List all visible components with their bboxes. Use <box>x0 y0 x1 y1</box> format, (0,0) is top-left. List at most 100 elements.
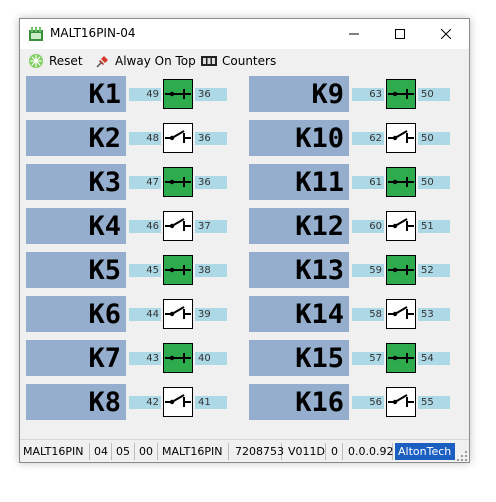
menu-counters[interactable]: Counters <box>201 52 276 70</box>
menu-reset[interactable]: Reset <box>28 52 83 70</box>
relay-pin-left: 60 <box>352 220 384 233</box>
status-field-8: 0 <box>328 443 343 460</box>
menu-always-on-top-label: Alway On Top <box>115 54 196 68</box>
relay-switch-k13[interactable] <box>386 255 416 285</box>
maximize-icon <box>395 29 405 39</box>
relay-label-k7: K7 <box>26 340 126 376</box>
relay-switch-k2[interactable] <box>163 123 193 153</box>
switch-open-icon <box>388 218 414 231</box>
status-field-4: 00 <box>136 443 158 460</box>
switch-open-icon <box>388 130 414 143</box>
switch-closed-icon <box>388 353 414 363</box>
relay-switch-k3[interactable] <box>163 167 193 197</box>
switch-closed-icon <box>388 265 414 275</box>
title-bar[interactable]: MALT16PIN-04 <box>20 19 469 49</box>
switch-open-icon <box>165 394 191 407</box>
relay-switch-k4[interactable] <box>163 211 193 241</box>
relay-pin-left: 48 <box>129 132 161 145</box>
relay-switch-k8[interactable] <box>163 387 193 417</box>
relay-label-k3: K3 <box>26 164 126 200</box>
relay-pin-right: 36 <box>195 88 227 101</box>
relay-switch-k1[interactable] <box>163 79 193 109</box>
switch-open-icon <box>388 306 414 319</box>
relay-pin-right: 40 <box>195 352 227 365</box>
relay-pin-left: 58 <box>352 308 384 321</box>
relay-pin-right: 38 <box>195 264 227 277</box>
relay-label-k4: K4 <box>26 208 126 244</box>
relay-label-k12: K12 <box>249 208 349 244</box>
relay-label-k8: K8 <box>26 384 126 420</box>
status-bar: MALT16PIN 04 05 00 MALT16PIN 7208753 V01… <box>20 439 469 462</box>
relay-label-k13: K13 <box>249 252 349 288</box>
relay-pin-right: 36 <box>195 176 227 189</box>
resize-grip-icon[interactable] <box>457 451 467 461</box>
relay-switch-k12[interactable] <box>386 211 416 241</box>
relay-pin-right: 50 <box>418 176 450 189</box>
relay-label-k11: K11 <box>249 164 349 200</box>
menu-always-on-top[interactable]: Alway On Top <box>94 52 196 70</box>
menu-reset-label: Reset <box>49 54 83 68</box>
reset-icon <box>29 54 43 68</box>
switch-closed-icon <box>388 89 414 99</box>
switch-closed-icon <box>388 177 414 187</box>
relay-pin-left: 42 <box>129 396 161 409</box>
relay-label-k14: K14 <box>249 296 349 332</box>
switch-closed-icon <box>165 89 191 99</box>
relay-pin-right: 36 <box>195 132 227 145</box>
switch-closed-icon <box>165 265 191 275</box>
relay-pin-left: 45 <box>129 264 161 277</box>
switch-open-icon <box>165 306 191 319</box>
close-button[interactable] <box>423 19 469 49</box>
minimize-icon <box>349 33 359 35</box>
relay-switch-k16[interactable] <box>386 387 416 417</box>
status-serial: 7208753 <box>232 443 284 460</box>
relay-pin-right: 50 <box>418 88 450 101</box>
relay-pin-left: 56 <box>352 396 384 409</box>
relay-pin-left: 43 <box>129 352 161 365</box>
relay-pin-left: 49 <box>129 88 161 101</box>
relay-switch-k14[interactable] <box>386 299 416 329</box>
status-field-3: 05 <box>113 443 135 460</box>
relay-pin-left: 44 <box>129 308 161 321</box>
relay-pin-left: 47 <box>129 176 161 189</box>
relay-pin-right: 51 <box>418 220 450 233</box>
relay-switch-k10[interactable] <box>386 123 416 153</box>
relay-switch-k15[interactable] <box>386 343 416 373</box>
relay-pin-right: 53 <box>418 308 450 321</box>
app-window: MALT16PIN-04 Reset Alway On Top Counters… <box>19 18 470 463</box>
relay-pin-right: 54 <box>418 352 450 365</box>
relay-pin-left: 61 <box>352 176 384 189</box>
relay-pin-right: 55 <box>418 396 450 409</box>
app-icon <box>29 27 43 41</box>
switch-open-icon <box>165 218 191 231</box>
switch-closed-icon <box>165 353 191 363</box>
relay-pin-left: 57 <box>352 352 384 365</box>
close-icon <box>441 29 451 39</box>
relay-switch-k6[interactable] <box>163 299 193 329</box>
relay-label-k10: K10 <box>249 120 349 156</box>
menu-counters-label: Counters <box>222 54 277 68</box>
relay-label-k2: K2 <box>26 120 126 156</box>
window-title: MALT16PIN-04 <box>50 26 136 40</box>
status-brand[interactable]: AltonTech <box>395 443 455 460</box>
relay-switch-k9[interactable] <box>386 79 416 109</box>
relay-switch-k5[interactable] <box>163 255 193 285</box>
relay-label-k9: K9 <box>249 76 349 112</box>
relay-pin-right: 37 <box>195 220 227 233</box>
status-model: MALT16PIN <box>159 443 229 460</box>
relay-label-k5: K5 <box>26 252 126 288</box>
status-field-2: 04 <box>91 443 112 460</box>
relay-label-k16: K16 <box>249 384 349 420</box>
switch-open-icon <box>388 394 414 407</box>
status-device: MALT16PIN <box>20 443 90 460</box>
switch-open-icon <box>165 130 191 143</box>
switch-closed-icon <box>165 177 191 187</box>
maximize-button[interactable] <box>377 19 423 49</box>
relay-pin-right: 41 <box>195 396 227 409</box>
minimize-button[interactable] <box>331 19 377 49</box>
relay-switch-k7[interactable] <box>163 343 193 373</box>
relay-pin-left: 63 <box>352 88 384 101</box>
relay-switch-k11[interactable] <box>386 167 416 197</box>
status-firmware: 0.0.0.92 <box>345 443 393 460</box>
relay-pin-right: 50 <box>418 132 450 145</box>
